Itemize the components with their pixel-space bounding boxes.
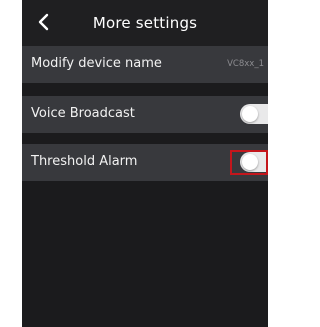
voice-broadcast-row: Voice Broadcast — [22, 96, 268, 133]
modify-device-name-label: Modify device name — [31, 56, 162, 71]
threshold-alarm-label: Threshold Alarm — [31, 154, 138, 169]
voice-broadcast-toggle[interactable] — [240, 104, 268, 124]
page-title: More settings — [92, 14, 198, 32]
toggle-knob — [242, 106, 258, 122]
modify-device-name-row[interactable]: Modify device name VC8xx_1 — [22, 46, 268, 83]
top-bar: More settings — [22, 0, 268, 46]
phone-screen: More settings Modify device name VC8xx_1… — [22, 0, 268, 327]
voice-broadcast-label: Voice Broadcast — [31, 106, 135, 121]
highlight-box — [230, 150, 268, 175]
device-name-value: VC8xx_1 — [227, 59, 264, 69]
